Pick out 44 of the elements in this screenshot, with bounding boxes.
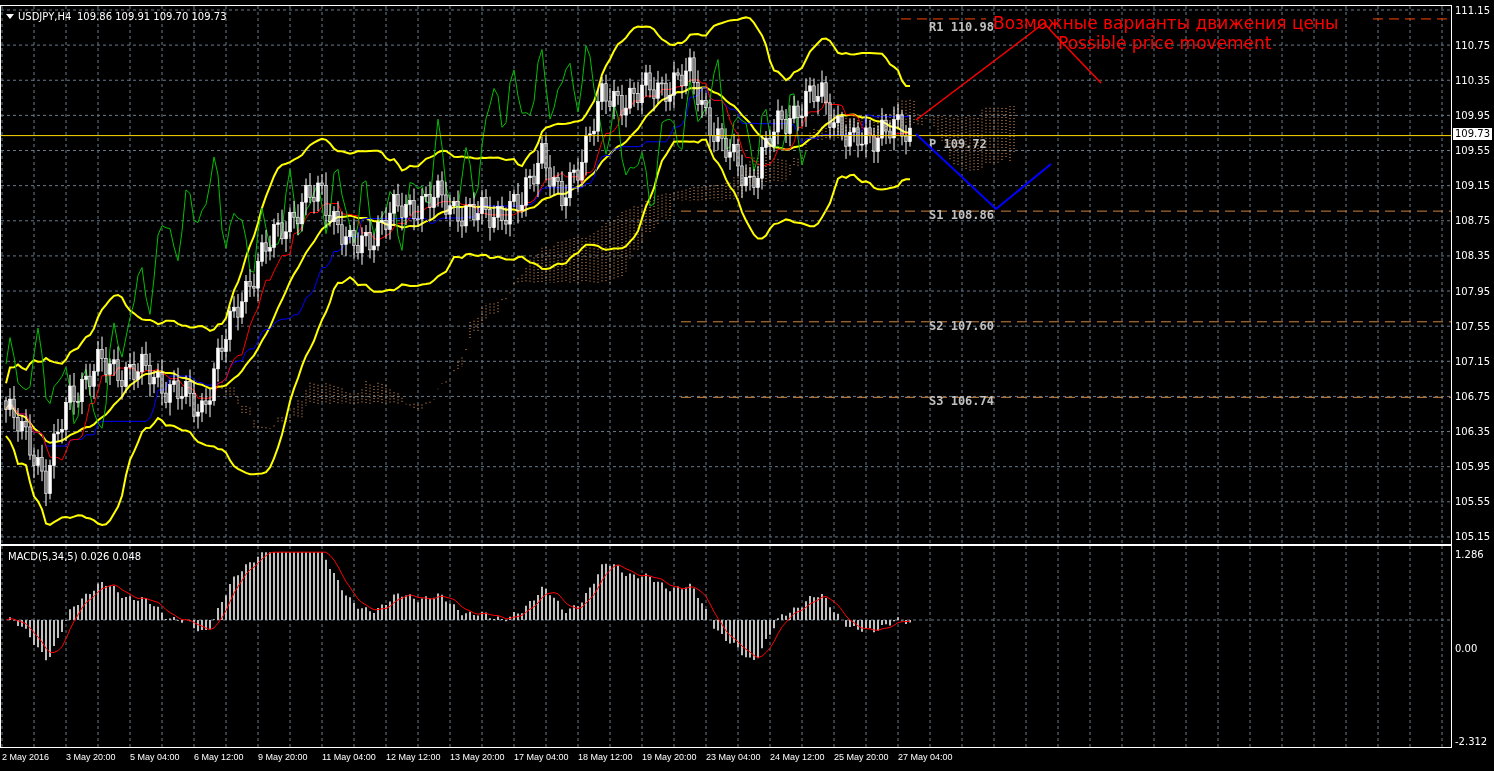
time-label: 12 May 12:00 bbox=[386, 751, 442, 764]
annotation-text: Возможные варианты движения цены bbox=[993, 13, 1339, 33]
level-label: P 109.72 bbox=[929, 136, 987, 151]
time-label: 19 May 20:00 bbox=[642, 751, 698, 764]
price-tick: 107.95 bbox=[1455, 285, 1491, 298]
current-price-tag: 109.73 bbox=[1453, 127, 1492, 140]
time-label: 9 May 20:00 bbox=[258, 751, 309, 764]
time-label: 3 May 20:00 bbox=[66, 751, 117, 764]
price-tick: 106.35 bbox=[1455, 425, 1491, 438]
ohlc-values: 109.86 109.91 109.70 109.73 bbox=[77, 11, 227, 22]
time-label: 6 May 12:00 bbox=[194, 751, 245, 764]
level-label: S1 108.86 bbox=[929, 208, 995, 223]
time-label: 25 May 20:00 bbox=[834, 751, 890, 764]
time-label: 11 May 04:00 bbox=[322, 751, 377, 764]
price-tick: 107.55 bbox=[1455, 320, 1491, 333]
price-tick: 109.15 bbox=[1455, 180, 1491, 193]
price-tick: 108.35 bbox=[1455, 250, 1491, 263]
macd-tick: 1.286 bbox=[1455, 549, 1485, 561]
chart-symbol: USDJPY,H4 bbox=[18, 11, 72, 22]
level-label: S3 106.74 bbox=[929, 394, 995, 409]
level-label: S2 107.60 bbox=[929, 318, 995, 333]
price-tick: 106.75 bbox=[1455, 390, 1491, 403]
level-label: R1 110.98 bbox=[929, 19, 995, 34]
price-tick: 110.35 bbox=[1455, 75, 1491, 88]
time-label: 18 May 12:00 bbox=[578, 751, 634, 764]
time-label: 5 May 04:00 bbox=[130, 751, 181, 764]
price-tick: 107.15 bbox=[1455, 355, 1491, 368]
time-label: 27 May 04:00 bbox=[898, 751, 954, 764]
time-label: 24 May 12:00 bbox=[770, 751, 826, 764]
macd-tick: -2.312 bbox=[1455, 736, 1489, 748]
price-tick: 110.75 bbox=[1455, 40, 1491, 53]
price-tick: 105.55 bbox=[1455, 495, 1491, 508]
price-tick: 111.15 bbox=[1455, 5, 1491, 17]
macd-tick: 0.00 bbox=[1455, 642, 1479, 655]
time-label: 13 May 20:00 bbox=[450, 751, 506, 764]
price-tick: 105.15 bbox=[1455, 530, 1491, 543]
time-label: 17 May 04:00 bbox=[514, 751, 570, 764]
price-tick: 108.75 bbox=[1455, 215, 1491, 228]
time-label: 2 May 2016 bbox=[2, 751, 51, 764]
time-label: 23 May 04:00 bbox=[706, 751, 762, 764]
price-tick: 105.95 bbox=[1455, 460, 1491, 473]
price-tick: 109.95 bbox=[1455, 110, 1491, 123]
price-tick: 109.55 bbox=[1455, 145, 1491, 158]
macd-label: MACD(5,34,5) 0.026 0.048 bbox=[8, 551, 142, 562]
